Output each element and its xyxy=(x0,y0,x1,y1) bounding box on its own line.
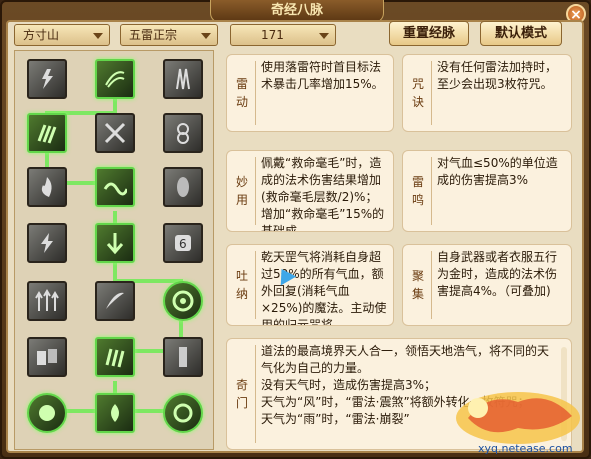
spike-column-icon[interactable] xyxy=(163,59,203,99)
divider xyxy=(255,251,256,319)
divider xyxy=(431,157,432,225)
triple-arrows-icon[interactable] xyxy=(27,281,67,321)
chevron-down-icon xyxy=(93,33,103,39)
panel-title: 雷鸣 xyxy=(411,175,424,207)
branch-dropdown[interactable]: 五雷正宗 xyxy=(120,24,218,46)
thunder-figure-icon[interactable] xyxy=(27,59,67,99)
level-dropdown-value: 171 xyxy=(261,28,284,42)
talent-panel-juji[interactable]: 聚集 自身武器或者衣服五行为金时，造成的法术伤害提高4%。（可叠加) xyxy=(402,244,572,326)
talent-panel-miaoyong[interactable]: 妙用 佩戴“救命毫毛”时，造成的法术伤害结果增加(救命毫毛层数/2)%；增加“救… xyxy=(226,150,394,232)
green-spiral-disc-icon[interactable] xyxy=(163,281,203,321)
green-orb-left-icon[interactable] xyxy=(27,393,67,433)
panel-title: 吐纳 xyxy=(235,269,248,301)
divider xyxy=(255,345,256,443)
talent-panel-tuna[interactable]: 吐纳 乾天罡气将消耗自身超过50%的所有气血，额外回复(消耗气血×25%)的魔法… xyxy=(226,244,394,326)
divider xyxy=(255,157,256,225)
talent-panel-leiming[interactable]: 雷鸣 对气血≤50%的单位造成的伤害提高3% xyxy=(402,150,572,232)
panel-title: 妙用 xyxy=(235,175,248,207)
dark-pillar-icon[interactable] xyxy=(163,337,203,377)
panel-text: 乾天罡气将消耗自身超过50%的所有气血，额外回复(消耗气血×25%)的魔法。主动… xyxy=(261,250,387,326)
reset-meridian-button[interactable]: 重置经脉 xyxy=(389,21,469,46)
panel-line: 道法的最高境界天人合一，领悟天地浩气，将不同的天气化为自己的力量。 xyxy=(261,344,550,375)
green-wave-icon[interactable] xyxy=(95,167,135,207)
logo-text: xyq.netease.com xyxy=(478,442,573,455)
talent-panel-zhoujue[interactable]: 咒诀 没有任何雷法加持时，至少会出现3枚符咒。 xyxy=(402,54,572,132)
green-orb-right-icon[interactable] xyxy=(163,393,203,433)
green-orb-center-icon[interactable] xyxy=(95,393,135,433)
chain-rune-icon[interactable] xyxy=(163,113,203,153)
chevron-down-icon xyxy=(201,33,211,39)
divider xyxy=(255,61,256,125)
default-mode-button[interactable]: 默认模式 xyxy=(480,21,562,46)
panel-text: 自身武器或者衣服五行为金时，造成的法术伤害提高4%。（可叠加) xyxy=(437,250,558,298)
dark-figure-icon[interactable] xyxy=(163,167,203,207)
panel-title: 聚集 xyxy=(411,269,424,301)
dice-talisman-icon[interactable]: 6 xyxy=(163,223,203,263)
talent-panel-leidong[interactable]: 雷动 使用落雷符时首目标法术暴击几率增加15%。 xyxy=(226,54,394,132)
school-dropdown-value: 方寸山 xyxy=(23,28,60,42)
panel-text: 对气血≤50%的单位造成的伤害提高3% xyxy=(437,156,558,187)
panel-text: 没有任何雷法加持时，至少会出现3枚符咒。 xyxy=(437,60,558,91)
chevron-down-icon xyxy=(319,33,329,39)
game-logo: xyq.netease.com xyxy=(456,392,580,455)
level-dropdown[interactable]: 171 xyxy=(230,24,336,46)
panel-text: 使用落雷符时首目标法术暴击几率增加15%。 xyxy=(261,60,384,91)
divider xyxy=(431,61,432,125)
svg-text:6: 6 xyxy=(179,237,187,251)
divider xyxy=(431,251,432,319)
meridian-tree: 6 xyxy=(14,50,214,450)
green-cards-icon[interactable] xyxy=(95,337,135,377)
school-dropdown[interactable]: 方寸山 xyxy=(14,24,110,46)
panel-title: 雷动 xyxy=(235,77,248,109)
panel-text: 佩戴“救命毫毛”时，造成的法术伤害结果增加(救命毫毛层数/2)%；增加“救命毫毛… xyxy=(261,156,385,232)
green-claws-icon[interactable] xyxy=(27,113,67,153)
lightning-bolt-icon[interactable] xyxy=(27,223,67,263)
dark-swords-icon[interactable] xyxy=(95,113,135,153)
blade-swirl-icon[interactable] xyxy=(95,281,135,321)
flame-sigil-icon[interactable] xyxy=(27,167,67,207)
panel-title: 奇门 xyxy=(235,378,248,410)
green-runes-icon[interactable] xyxy=(95,59,135,99)
talisman-cards-icon[interactable] xyxy=(27,337,67,377)
green-arrow-down-icon[interactable] xyxy=(95,223,135,263)
branch-dropdown-value: 五雷正宗 xyxy=(129,28,178,42)
panel-title: 咒诀 xyxy=(411,77,424,109)
